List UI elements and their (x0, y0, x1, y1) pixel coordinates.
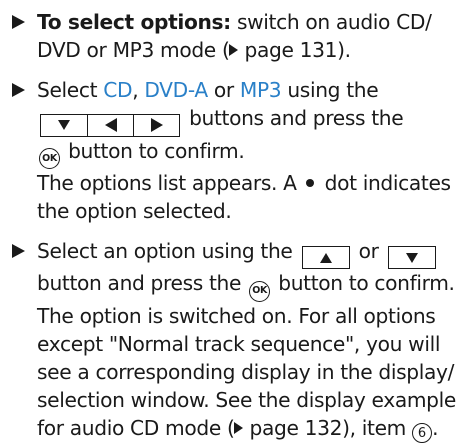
left-key (87, 114, 133, 136)
step-text: buttons and press the (183, 106, 404, 130)
mode-mp3-label: MP3 (239, 78, 282, 102)
down-key-frame (387, 246, 436, 270)
ok-button-icon: OK (39, 147, 60, 169)
down-arrow-icon (405, 252, 418, 263)
mode-cd-label: CD (103, 78, 133, 102)
item-number-badge: 6 (412, 423, 433, 443)
down-key (41, 115, 87, 136)
step-text: Select (37, 78, 104, 102)
down-arrow-icon (58, 120, 70, 130)
result-text: The options list appears. A (37, 170, 297, 195)
ok-button-icon: OK (249, 280, 271, 302)
step-text-end: ). (337, 38, 351, 62)
page-reference: page 131 (238, 38, 338, 62)
step-text: button to confirm. The option is switche… (37, 271, 456, 440)
step-text: button to confirm. (62, 138, 245, 163)
step-text: ), item (342, 415, 413, 440)
right-arrow-bullet-icon (12, 15, 25, 29)
step-select-option: Select an option using the or button and… (10, 237, 459, 443)
step-select-mode: Select CD, DVD-A or MP3 using the button… (10, 76, 459, 225)
mode-dvda-label: DVD-A (144, 78, 208, 102)
up-key-frame (301, 246, 350, 270)
right-arrow-icon (150, 118, 163, 132)
navigation-keys (40, 113, 180, 137)
up-key (303, 247, 349, 268)
separator: , (132, 78, 145, 102)
step-text: using the (281, 78, 379, 102)
step-select-options: To select options: switch on audio CD/ D… (10, 8, 459, 64)
dot-icon (305, 178, 314, 187)
up-arrow-icon (319, 252, 332, 263)
or-text: or (352, 238, 385, 263)
separator: or (207, 78, 240, 102)
page-reference: page 132 (243, 415, 343, 440)
down-key (389, 247, 435, 268)
step-text: Select an option using the (37, 238, 293, 263)
right-arrow-bullet-icon (12, 83, 25, 97)
instruction-page: To select options: switch on audio CD/ D… (0, 0, 469, 443)
step-heading: To select options: (37, 10, 231, 34)
right-arrow-bullet-icon (12, 243, 25, 258)
left-arrow-icon (104, 118, 117, 132)
step-text: button and press the (37, 271, 242, 296)
step-text-end: . (432, 415, 439, 440)
right-key (133, 114, 179, 136)
